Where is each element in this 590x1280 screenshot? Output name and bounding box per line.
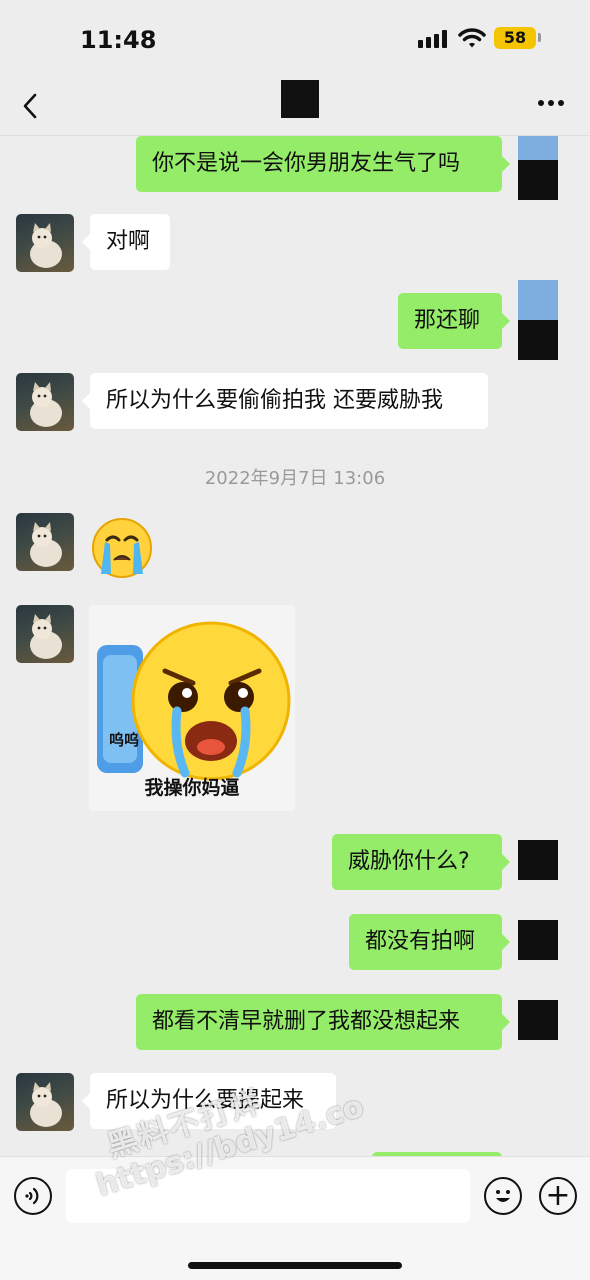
status-time: 11:48 (80, 26, 157, 54)
contact-avatar-dog[interactable] (16, 214, 74, 272)
message-input[interactable] (66, 1169, 470, 1223)
message-bubble-sent[interactable]: 那还聊 (398, 293, 510, 349)
loudly-crying-face-emoji[interactable] (90, 516, 154, 580)
battery-indicator: 58 (494, 27, 536, 49)
dog-icon (30, 382, 62, 427)
contact-avatar-dog[interactable] (16, 1073, 74, 1131)
plus-icon: + (545, 1178, 571, 1213)
self-avatar-redacted[interactable] (518, 280, 558, 360)
sticker-message[interactable]: 呜呜 我操你妈逼 (89, 605, 295, 811)
sticker-caption: 我操你妈逼 (144, 777, 240, 799)
chat-header (0, 80, 590, 136)
message-bubble-received[interactable]: 对啊 (82, 214, 170, 270)
home-indicator[interactable] (188, 1262, 402, 1269)
chat-timestamp: 2022年9月7日 13:06 (204, 468, 386, 489)
emoji-button[interactable] (484, 1177, 522, 1215)
cellular-signal-icon (418, 30, 448, 48)
message-bubble-sent[interactable]: 你不是说一会你男朋友生气了吗 (136, 136, 510, 192)
more-actions-button[interactable]: + (539, 1177, 577, 1215)
message-list[interactable]: 你不是说一会你男朋友生气了吗 对啊 那还聊 所以为什么要偷偷拍我 还要威胁我 2… (0, 136, 590, 1156)
more-options-icon[interactable] (536, 98, 568, 108)
message-bubble-sent[interactable]: 威胁你什么? (332, 834, 510, 890)
status-bar: 11:48 58 (0, 0, 590, 80)
contact-name-redacted (281, 80, 319, 118)
self-avatar-redacted[interactable] (518, 136, 558, 200)
sticker-caption-small: 呜呜 (109, 731, 140, 749)
battery-tip (538, 33, 541, 42)
self-avatar-redacted[interactable] (518, 920, 558, 960)
self-avatar-redacted[interactable] (518, 1000, 558, 1040)
voice-icon (25, 1187, 39, 1205)
self-avatar-redacted[interactable] (518, 840, 558, 880)
dog-icon (30, 223, 62, 268)
back-arrow-icon[interactable] (18, 90, 44, 122)
dog-icon (30, 614, 62, 659)
smiley-face-icon (496, 1190, 510, 1202)
contact-avatar-dog[interactable] (16, 605, 74, 663)
voice-input-button[interactable] (14, 1177, 52, 1215)
dog-icon (30, 1082, 62, 1127)
message-bubble-sent[interactable]: 都没有拍啊 (349, 914, 510, 970)
message-bubble-sent[interactable]: 都看不清早就删了我都没想起来 (136, 994, 510, 1050)
message-bubble-received[interactable]: 所以为什么要偷偷拍我 还要威胁我 (82, 373, 488, 429)
contact-avatar-dog[interactable] (16, 513, 74, 571)
contact-avatar-dog[interactable] (16, 373, 74, 431)
dog-icon (30, 522, 62, 567)
wifi-icon (458, 28, 486, 48)
message-bubble-received[interactable]: 所以为什么要提起来 (82, 1073, 336, 1129)
